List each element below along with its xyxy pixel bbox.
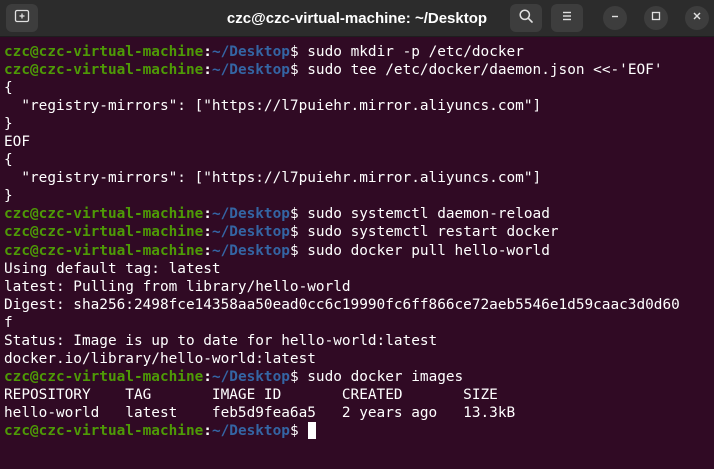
prompt-separator: :	[203, 224, 212, 241]
output-text: EOF	[4, 134, 30, 151]
output-line: Using default tag: latest	[4, 260, 712, 278]
prompt-line: czc@czc-virtual-machine:~/Desktop$ sudo …	[4, 223, 712, 241]
command-text: sudo systemctl daemon-reload	[298, 206, 550, 223]
prompt-user-host: czc@czc-virtual-machine	[4, 44, 204, 60]
output-line: hello-world latest feb5d9fea6a5 2 years …	[4, 404, 712, 422]
output-text: {	[4, 152, 13, 169]
output-line: }	[4, 187, 712, 205]
output-text: "registry-mirrors": ["https://l7puiehr.m…	[4, 170, 542, 187]
command-text: sudo tee /etc/docker/daemon.json <<-'EOF…	[298, 62, 663, 79]
terminal-output[interactable]: czc@czc-virtual-machine:~/Desktop$ sudo …	[4, 43, 712, 440]
output-line: EOF	[4, 133, 712, 151]
maximize-icon	[650, 9, 662, 27]
output-line: }	[4, 115, 712, 133]
command-text: sudo docker images	[298, 368, 464, 385]
prompt-separator: :	[203, 44, 212, 60]
prompt-line: czc@czc-virtual-machine:~/Desktop$ sudo …	[4, 242, 712, 260]
minimize-button[interactable]	[603, 6, 627, 30]
prompt-path: ~/Desktop	[211, 62, 290, 79]
prompt-line: czc@czc-virtual-machine:~/Desktop$ sudo …	[4, 61, 712, 79]
menu-button[interactable]	[551, 4, 583, 32]
output-text: }	[4, 116, 13, 133]
output-line: f	[4, 314, 712, 332]
output-line: {	[4, 79, 712, 97]
prompt-user-host: czc@czc-virtual-machine	[4, 224, 204, 241]
prompt-user-host: czc@czc-virtual-machine	[4, 242, 204, 259]
command-text	[299, 423, 308, 439]
title-bar[interactable]: czc@czc-virtual-machine: ~/Desktop	[0, 0, 714, 37]
prompt-line: czc@czc-virtual-machine:~/Desktop$ sudo …	[4, 205, 712, 223]
search-button[interactable]	[510, 4, 542, 32]
prompt-path: ~/Desktop	[211, 44, 290, 60]
prompt-separator: :	[203, 368, 212, 385]
output-text: Using default tag: latest	[4, 260, 221, 277]
prompt-symbol: $	[289, 242, 299, 259]
minimize-icon	[609, 9, 621, 27]
command-text: sudo systemctl restart docker	[298, 224, 559, 241]
prompt-separator: :	[203, 242, 212, 259]
prompt-user-host: czc@czc-virtual-machine	[4, 368, 204, 385]
output-line: REPOSITORY TAG IMAGE ID CREATED SIZE	[4, 386, 712, 404]
output-text: Status: Image is up to date for hello-wo…	[4, 332, 438, 349]
prompt-line: czc@czc-virtual-machine:~/Desktop$	[4, 421, 712, 440]
prompt-line: czc@czc-virtual-machine:~/Desktop$ sudo …	[4, 43, 712, 61]
output-text: Digest: sha256:2498fce14358aa50ead0cc6c1…	[4, 296, 680, 313]
new-tab-button[interactable]	[6, 4, 38, 32]
prompt-symbol: $	[289, 422, 299, 439]
prompt-path: ~/Desktop	[211, 422, 290, 439]
output-line: "registry-mirrors": ["https://l7puiehr.m…	[4, 97, 712, 115]
prompt-symbol: $	[289, 368, 299, 385]
prompt-user-host: czc@czc-virtual-machine	[4, 62, 204, 79]
new-tab-icon	[14, 8, 30, 29]
maximize-button[interactable]	[644, 6, 668, 30]
output-text: hello-world latest feb5d9fea6a5 2 years …	[4, 404, 516, 421]
output-line: latest: Pulling from library/hello-world	[4, 278, 712, 296]
prompt-symbol: $	[289, 44, 299, 60]
terminal-window: czc@czc-virtual-machine: ~/Desktop czc@c…	[0, 0, 714, 469]
prompt-line: czc@czc-virtual-machine:~/Desktop$ sudo …	[4, 368, 712, 386]
prompt-separator: :	[203, 206, 212, 223]
output-line: "registry-mirrors": ["https://l7puiehr.m…	[4, 169, 712, 187]
close-icon	[691, 9, 703, 27]
output-text: f	[4, 314, 13, 331]
output-text: {	[4, 80, 13, 97]
hamburger-menu-icon	[559, 8, 575, 29]
output-text: }	[4, 188, 13, 205]
output-text: REPOSITORY TAG IMAGE ID CREATED SIZE	[4, 386, 498, 403]
search-icon	[518, 8, 534, 29]
prompt-path: ~/Desktop	[211, 206, 290, 223]
output-line: Digest: sha256:2498fce14358aa50ead0cc6c1…	[4, 296, 712, 314]
prompt-user-host: czc@czc-virtual-machine	[4, 422, 204, 439]
prompt-separator: :	[203, 422, 212, 439]
prompt-path: ~/Desktop	[211, 224, 290, 241]
output-text: docker.io/library/hello-world:latest	[4, 350, 316, 367]
command-text: sudo mkdir -p /etc/docker	[298, 44, 524, 60]
command-text: sudo docker pull hello-world	[298, 242, 550, 259]
prompt-path: ~/Desktop	[211, 368, 290, 385]
prompt-user-host: czc@czc-virtual-machine	[4, 206, 204, 223]
output-text: "registry-mirrors": ["https://l7puiehr.m…	[4, 98, 542, 115]
prompt-separator: :	[203, 62, 212, 79]
prompt-symbol: $	[289, 62, 299, 79]
output-text: latest: Pulling from library/hello-world	[4, 278, 351, 295]
prompt-symbol: $	[289, 224, 299, 241]
output-line: docker.io/library/hello-world:latest	[4, 350, 712, 368]
text-cursor	[307, 421, 317, 439]
prompt-path: ~/Desktop	[211, 242, 290, 259]
output-line: Status: Image is up to date for hello-wo…	[4, 332, 712, 350]
output-line: {	[4, 151, 712, 169]
close-button[interactable]	[685, 6, 709, 30]
prompt-symbol: $	[289, 206, 299, 223]
